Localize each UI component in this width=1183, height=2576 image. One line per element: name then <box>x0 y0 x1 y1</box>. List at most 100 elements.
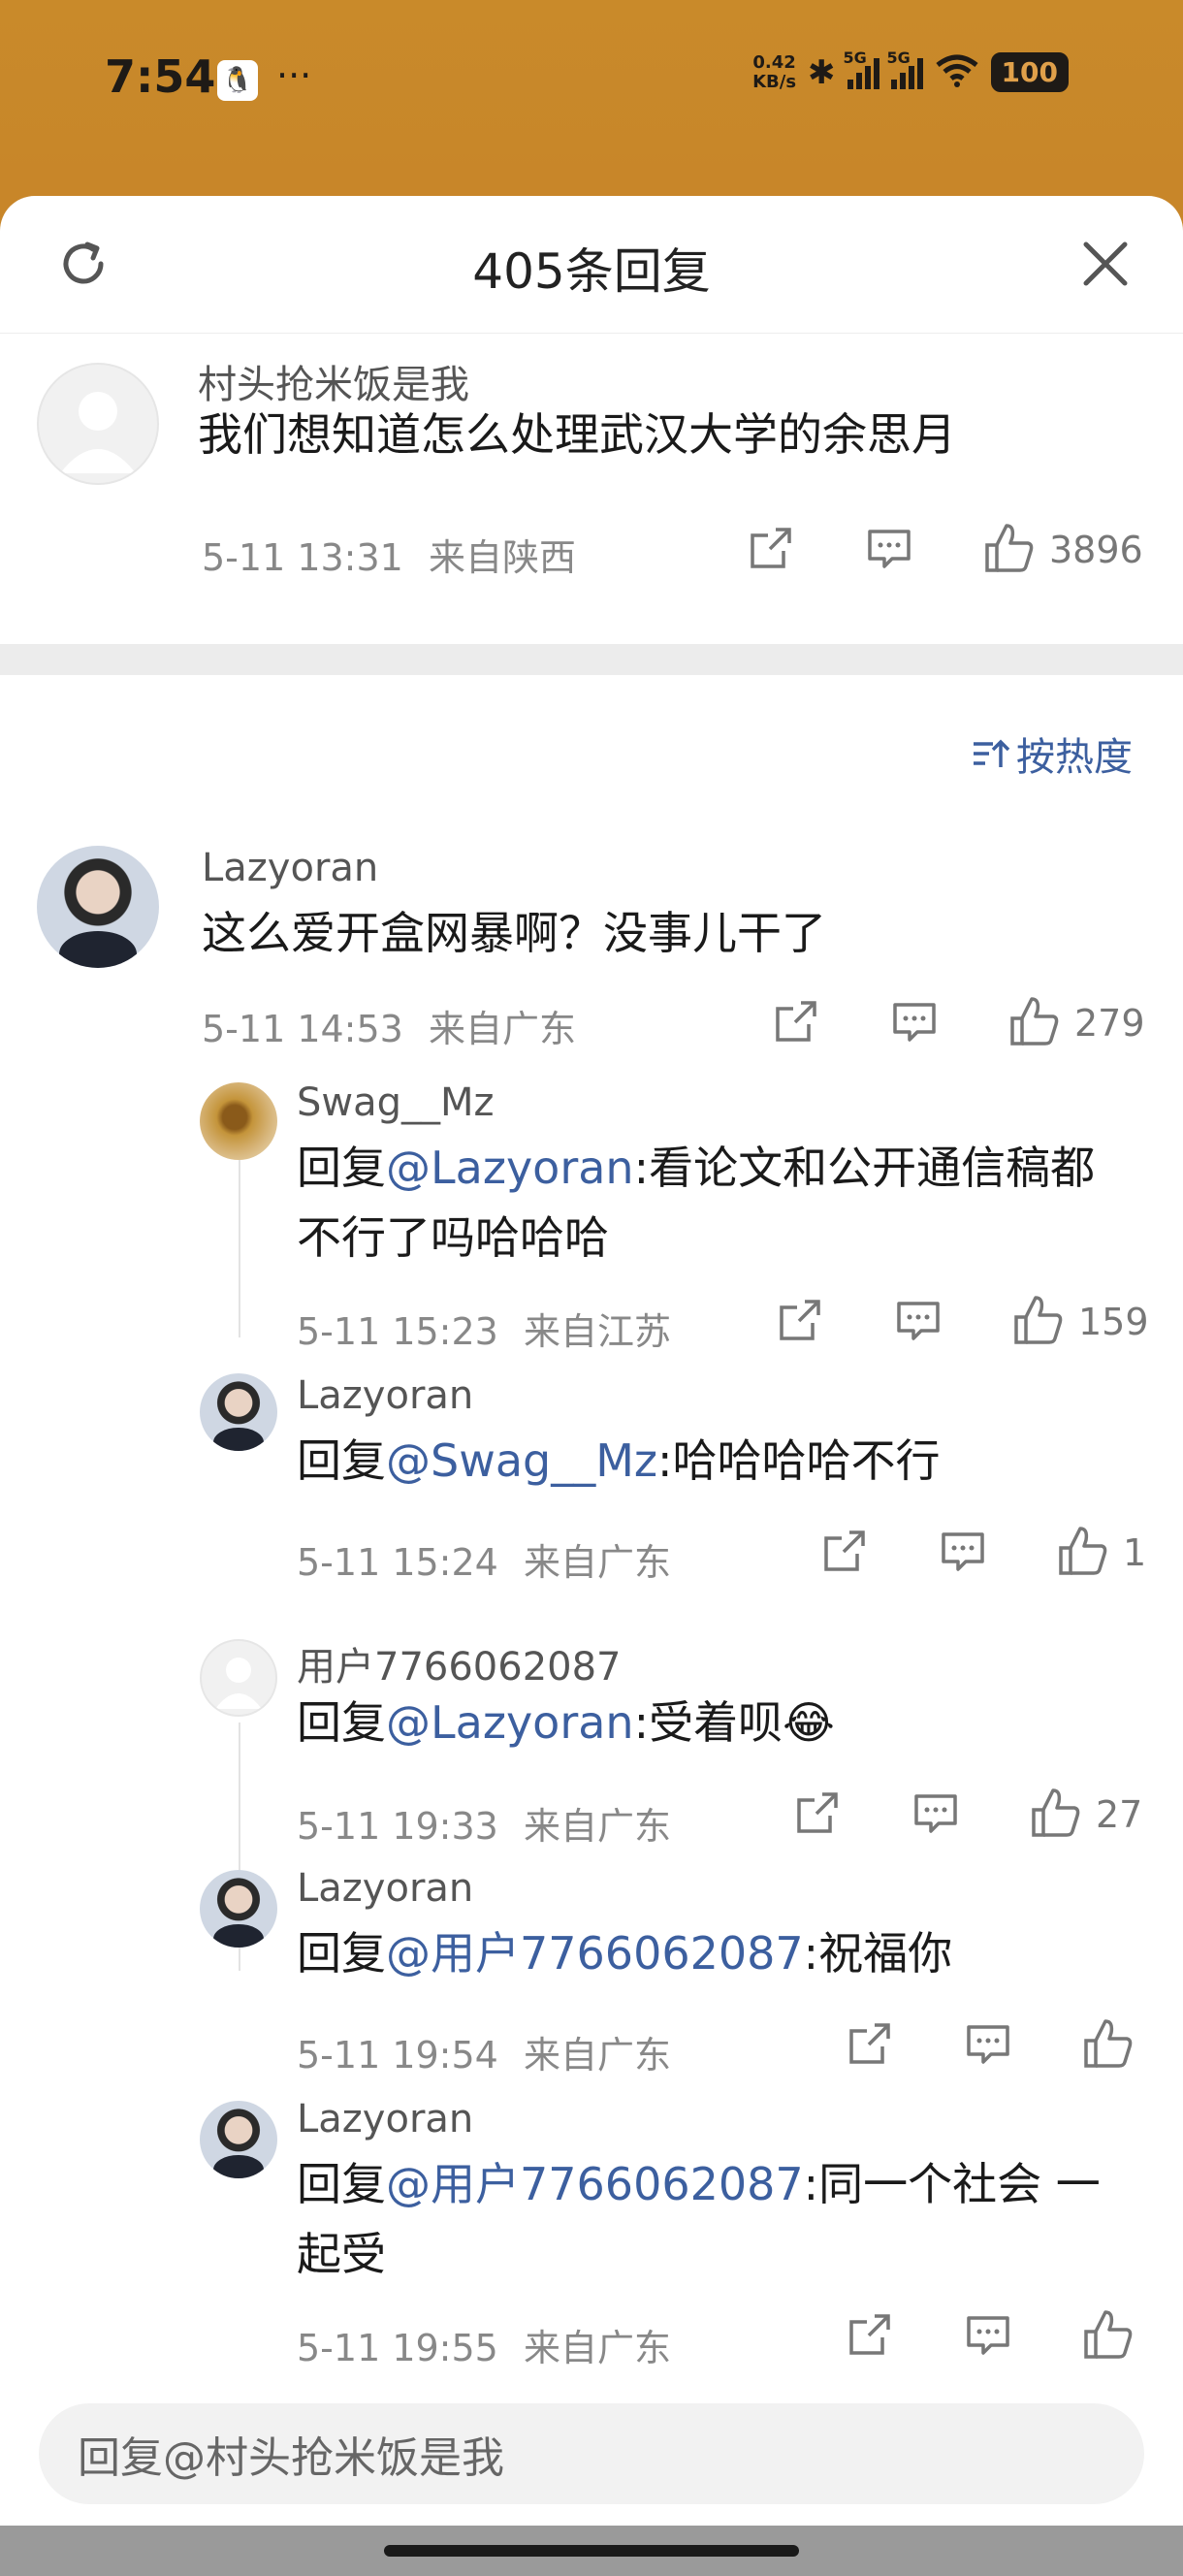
reply-location: 来自广东 <box>523 2327 671 2369</box>
default-avatar-icon <box>215 1658 262 1709</box>
avatar[interactable] <box>200 1639 277 1717</box>
reply-actions: 27 <box>793 1787 1142 1843</box>
like-icon[interactable] <box>983 522 1036 578</box>
share-icon[interactable] <box>776 1296 824 1348</box>
reply-author[interactable]: Lazyoran <box>297 1373 473 1418</box>
comment-icon[interactable] <box>911 1788 960 1841</box>
reply-actions: 1 <box>820 1525 1146 1581</box>
like-count: 27 <box>1096 1793 1143 1836</box>
mention-link[interactable]: @用户7766062087 <box>386 2158 804 2210</box>
mention-link[interactable]: @Lazyoran <box>386 1142 634 1194</box>
like-icon[interactable] <box>1057 1525 1109 1581</box>
like-icon[interactable] <box>1082 2017 1135 2074</box>
status-time: 7:54 <box>105 50 216 103</box>
reply-text: 回复@用户7766062087:同一个社会 一 起受 <box>297 2158 1101 2280</box>
comment-icon[interactable] <box>865 524 913 576</box>
reply-text: 回复@Swag__Mz:哈哈哈哈不行 <box>297 1434 941 1487</box>
reply-input[interactable]: 回复@村头抢米饭是我 <box>39 2403 1144 2504</box>
sort-icon <box>974 739 1010 767</box>
comment-text: 我们想知道怎么处理武汉大学的余思月 <box>198 408 956 461</box>
comment-actions: 3896 <box>747 522 1143 578</box>
comment-meta: 5-11 13:31 来自陕西 <box>202 528 576 581</box>
share-icon[interactable] <box>772 997 820 1049</box>
home-indicator[interactable] <box>384 2545 799 2557</box>
signal-5g-2-icon: 5G <box>887 48 923 89</box>
like-count: 1 <box>1123 1531 1147 1574</box>
share-icon[interactable] <box>846 2019 894 2072</box>
reply-meta: 5-11 14:53 来自广东 <box>202 999 576 1052</box>
comment-icon[interactable] <box>894 1296 943 1348</box>
reply-time: 5-11 14:53 <box>202 1008 403 1050</box>
reply-author[interactable]: 用户7766062087 <box>297 1635 622 1691</box>
comment-icon[interactable] <box>964 2310 1012 2363</box>
like-count: 159 <box>1078 1301 1149 1343</box>
reply-time: 5-11 19:54 <box>297 2034 498 2077</box>
battery-icon: 100 <box>990 52 1069 92</box>
wifi-icon <box>935 53 979 92</box>
reply-actions: 159 <box>776 1294 1149 1350</box>
reply-meta: 5-11 19:55 来自广东 <box>297 2318 671 2371</box>
comment-icon[interactable] <box>964 2019 1012 2072</box>
comment-location: 来自陕西 <box>428 536 576 579</box>
sort-row: 按热度 <box>0 675 1183 780</box>
mention-link[interactable]: @Swag__Mz <box>386 1434 657 1487</box>
close-button[interactable] <box>1080 239 1131 289</box>
reply-time: 5-11 19:55 <box>297 2327 498 2369</box>
reply-text: 回复@Lazyoran:受着呗😂 <box>297 1696 835 1749</box>
reply-time: 5-11 19:33 <box>297 1805 498 1848</box>
reply-author[interactable]: Lazyoran <box>297 1866 473 1911</box>
share-icon[interactable] <box>820 1527 869 1579</box>
main-comment: 村头抢米饭是我 我们想知道怎么处理武汉大学的余思月 5-11 13:31 来自陕… <box>0 334 1183 644</box>
like-icon[interactable] <box>1012 1294 1065 1350</box>
mention-link[interactable]: @Lazyoran <box>386 1696 634 1749</box>
like-icon[interactable] <box>1030 1787 1082 1843</box>
avatar[interactable] <box>200 2101 277 2178</box>
status-bar: 7:54 🐧 ··· 0.42 KB/s ✱ 5G 5G 100 <box>0 0 1183 160</box>
default-avatar-icon <box>60 392 136 473</box>
signal-5g-1-icon: 5G <box>844 48 879 89</box>
avatar[interactable] <box>37 846 159 968</box>
sort-by-hot-button[interactable]: 按热度 <box>972 725 1133 782</box>
comment-icon[interactable] <box>939 1527 987 1579</box>
avatar[interactable] <box>37 363 159 485</box>
sheet-header: 405条回复 <box>0 196 1183 334</box>
replies-sheet: 405条回复 村头抢米饭是我 我们想知道怎么处理武汉大学的余思月 5-11 13… <box>0 196 1183 2576</box>
like-count: 3896 <box>1049 529 1143 571</box>
bluetooth-icon: ✱ <box>808 52 836 92</box>
reply-time: 5-11 15:24 <box>297 1541 498 1584</box>
reply-meta: 5-11 19:54 来自广东 <box>297 2025 671 2078</box>
reply-location: 来自广东 <box>523 1805 671 1848</box>
comment-time: 5-11 13:31 <box>202 536 403 579</box>
status-indicators: 0.42 KB/s ✱ 5G 5G 100 <box>752 48 1069 92</box>
reply-location: 来自江苏 <box>523 1310 671 1353</box>
like-icon[interactable] <box>1082 2308 1135 2365</box>
reply-author[interactable]: Swag__Mz <box>297 1080 495 1125</box>
network-speed: 0.42 KB/s <box>752 51 797 92</box>
reply-input-placeholder: 回复@村头抢米饭是我 <box>78 2433 504 2483</box>
avatar[interactable] <box>200 1373 277 1451</box>
reply-meta: 5-11 15:24 来自广东 <box>297 1532 671 1586</box>
reply-meta: 5-11 19:33 来自广东 <box>297 1796 671 1850</box>
close-icon <box>1083 242 1128 286</box>
reply-author[interactable]: Lazyoran <box>297 2097 473 2141</box>
avatar[interactable] <box>200 1082 277 1160</box>
share-icon[interactable] <box>793 1788 842 1841</box>
share-icon[interactable] <box>846 2310 894 2363</box>
reply-text: 回复@用户7766062087:祝福你 <box>297 1927 953 1980</box>
reply-meta: 5-11 15:23 来自江苏 <box>297 1302 671 1355</box>
avatar[interactable] <box>200 1870 277 1948</box>
reply-text: 这么爱开盒网暴啊？没事儿干了 <box>202 907 826 959</box>
reply-actions: 279 <box>772 995 1145 1051</box>
reply-location: 来自广东 <box>523 1541 671 1584</box>
reply-location: 来自广东 <box>523 2034 671 2077</box>
like-icon[interactable] <box>1008 995 1061 1051</box>
sort-label: 按热度 <box>1016 735 1133 780</box>
like-count: 279 <box>1074 1002 1145 1045</box>
reply-location: 来自广东 <box>428 1008 576 1050</box>
sheet-title: 405条回复 <box>472 243 711 300</box>
comment-icon[interactable] <box>890 997 939 1049</box>
mention-link[interactable]: @用户7766062087 <box>386 1927 804 1980</box>
share-icon[interactable] <box>747 524 795 576</box>
reply-author[interactable]: Lazyoran <box>202 846 378 890</box>
qq-notification-icon: 🐧 <box>217 60 258 101</box>
